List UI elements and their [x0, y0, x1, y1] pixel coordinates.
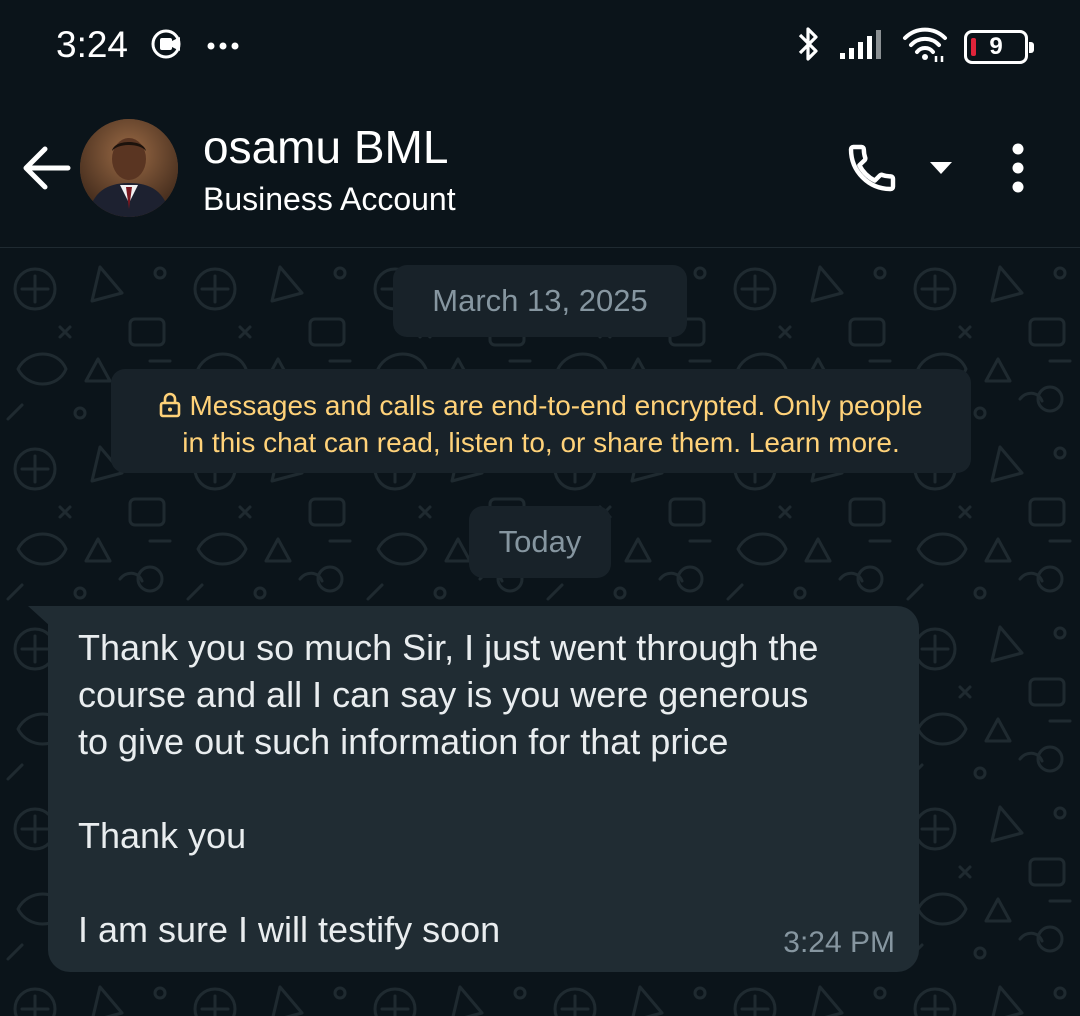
- message-line: to give out such information for that pr…: [78, 721, 729, 762]
- message-line: course and all I can say is you were gen…: [78, 674, 809, 715]
- more-vertical-icon: [1012, 143, 1024, 193]
- battery-text: 9: [989, 32, 1003, 60]
- encryption-text-1: Messages and calls are end-to-end encryp…: [189, 390, 923, 421]
- contact-subtitle: Business Account: [203, 181, 456, 217]
- encryption-notice-line-1: Messages and calls are end-to-end encryp…: [111, 387, 971, 424]
- chevron-down-icon: [930, 162, 952, 174]
- more-dots-icon: [206, 38, 240, 56]
- message-line: I am sure I will testify soon: [78, 909, 501, 950]
- incoming-message-bubble[interactable]: Thank you so much Sir, I just went throu…: [48, 606, 919, 972]
- battery-level: [971, 37, 976, 56]
- message-timestamp: 3:24 PM: [783, 926, 895, 959]
- lock-icon: [160, 392, 181, 418]
- encryption-text-2: in this chat can read, listen to, or sha…: [182, 427, 900, 458]
- more-options-button[interactable]: [996, 140, 1040, 196]
- status-right-icons: 9: [796, 24, 1034, 69]
- back-button[interactable]: [18, 140, 74, 196]
- signal-icon: [838, 27, 886, 66]
- wifi-icon: [902, 26, 948, 67]
- message-text: Thank you so much Sir, I just went throu…: [78, 624, 898, 953]
- battery-icon: 9: [964, 29, 1034, 64]
- chat-area[interactable]: March 13, 2025 Messages and calls are en…: [0, 249, 1080, 1016]
- bluetooth-icon: [796, 24, 822, 69]
- screen-record-icon: [150, 27, 186, 66]
- date-chip: March 13, 2025: [393, 265, 687, 337]
- status-time: 3:24: [56, 24, 129, 65]
- status-bar: 3:24 9: [0, 0, 1080, 92]
- phone-icon: [848, 144, 896, 192]
- contact-name[interactable]: osamu BML: [203, 120, 448, 174]
- call-options-dropdown[interactable]: [924, 154, 958, 182]
- message-bubble-tail: [28, 606, 50, 626]
- back-arrow-icon: [23, 146, 71, 190]
- message-line: Thank you: [78, 815, 247, 856]
- date-chip: Today: [469, 506, 611, 578]
- status-left-icons: [150, 27, 240, 66]
- encryption-notice[interactable]: Messages and calls are end-to-end encryp…: [111, 369, 971, 473]
- message-line: Thank you so much Sir, I just went throu…: [78, 627, 819, 668]
- voice-call-button[interactable]: [838, 140, 906, 196]
- message-line: [78, 859, 898, 906]
- chat-header: osamu BML Business Account: [0, 92, 1080, 248]
- message-line: [78, 765, 898, 812]
- avatar[interactable]: [80, 119, 178, 217]
